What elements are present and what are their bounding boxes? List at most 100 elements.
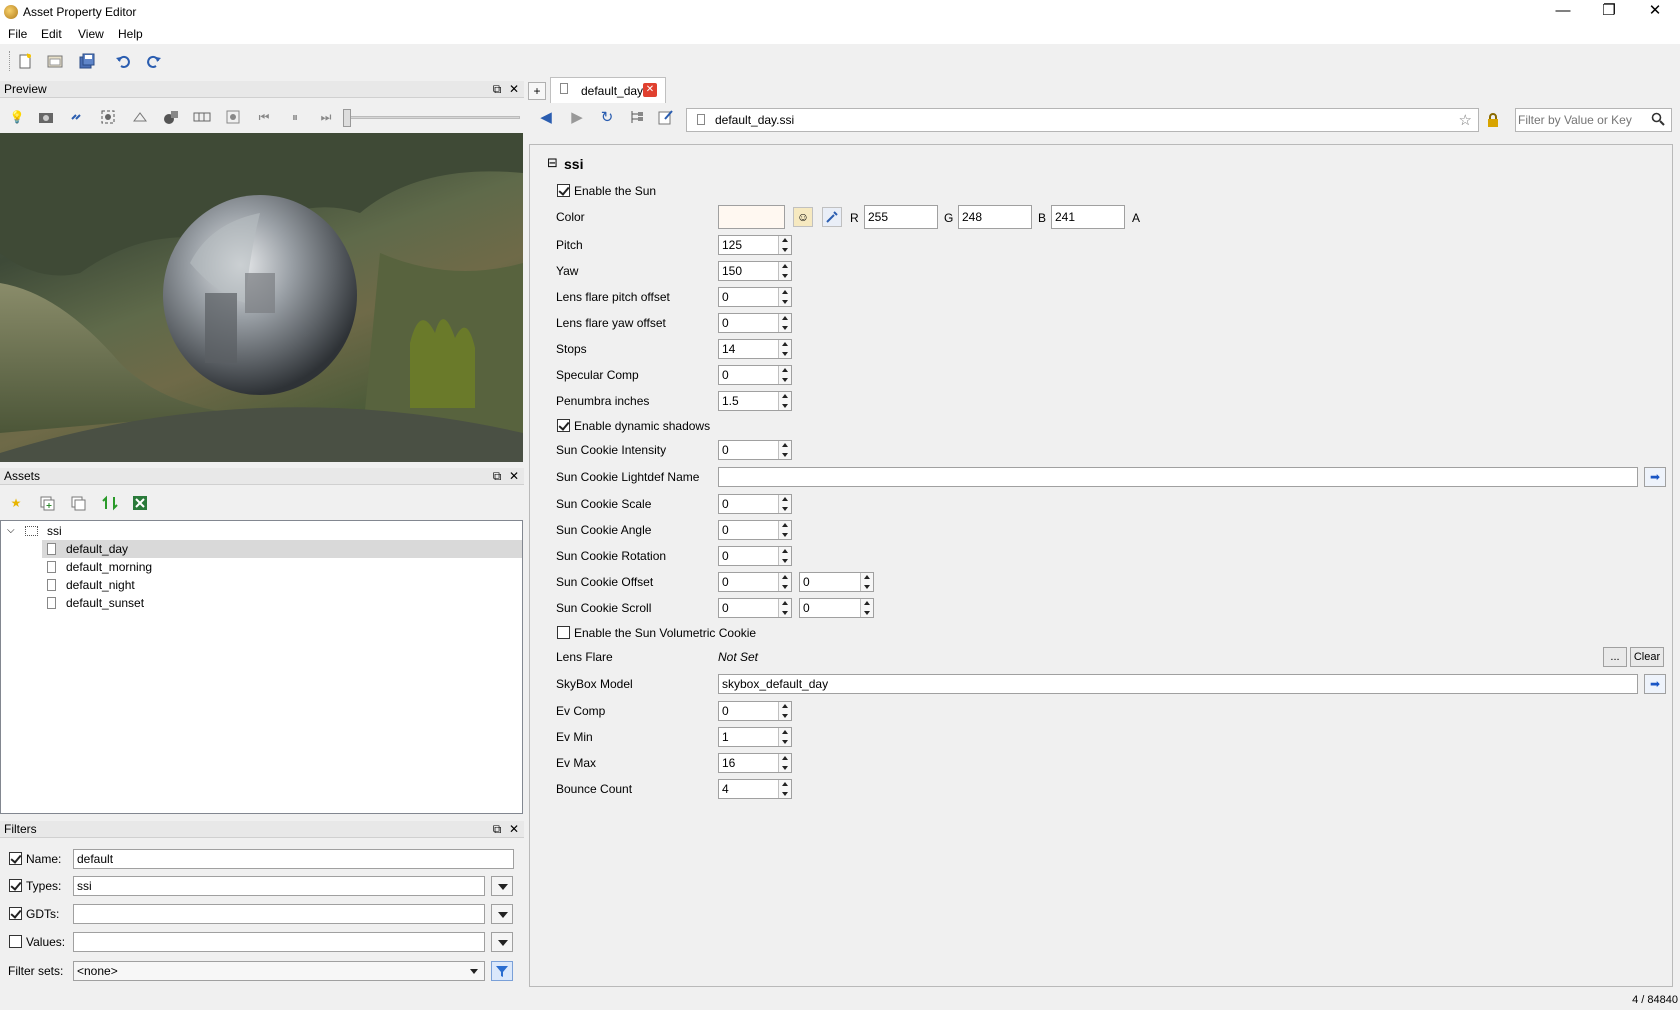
lock-icon[interactable] [1485,112,1501,128]
light-bulb-icon[interactable]: 💡 [8,108,26,126]
types-filter-input[interactable]: ssi [73,876,485,896]
close-icon[interactable]: ✕ [507,821,521,838]
refresh-icon[interactable]: ↻ [598,108,616,126]
sync-icon[interactable] [101,494,119,512]
color-swatch[interactable] [718,205,785,229]
spin-arrows[interactable] [860,599,873,617]
menu-help[interactable]: Help [118,27,143,41]
ev-comp-spinbox[interactable]: 0 [718,701,792,721]
spin-arrows[interactable] [778,573,791,591]
values-dropdown-button[interactable] [491,932,513,952]
dynamic-shadows-checkbox[interactable] [557,419,570,432]
skybox-model-input[interactable]: skybox_default_day [718,674,1638,694]
tree-item[interactable]: default_night [42,576,522,594]
stops-spinbox[interactable]: 14 [718,339,792,359]
excel-icon[interactable] [131,494,149,512]
redo-icon[interactable] [144,51,164,71]
gdts-filter-input[interactable] [73,904,485,924]
restore-button[interactable]: ❐ [1586,0,1632,24]
r-input[interactable]: 255 [864,205,938,229]
collapse-icon[interactable]: ⌵ [7,522,15,540]
b-input[interactable]: 241 [1051,205,1125,229]
goto-asset-icon[interactable]: ➡ [1644,467,1666,487]
spin-arrows[interactable] [778,547,791,565]
sun-cookie-offset-y-spinbox[interactable]: 0 [799,572,874,592]
specular-comp-spinbox[interactable]: 0 [718,365,792,385]
wireframe-icon[interactable] [131,108,149,126]
values-filter-checkbox[interactable] [9,935,22,948]
star-icon[interactable]: ☆ [1459,111,1472,129]
preview-viewport[interactable] [0,133,523,462]
spin-arrows[interactable] [778,728,791,746]
tree-root[interactable]: ⌵ ssi [1,522,522,540]
address-bar[interactable]: default_day.ssi ☆ [686,108,1479,132]
skip-forward-icon[interactable]: ⏭ [317,108,335,126]
bounce-count-spinbox[interactable]: 4 [718,779,792,799]
filter-sets-select[interactable]: <none> [73,961,485,981]
edit-icon[interactable] [657,108,675,126]
browse-button[interactable]: ... [1603,647,1627,667]
close-button[interactable]: ✕ [1632,0,1678,24]
g-input[interactable]: 248 [958,205,1032,229]
sun-cookie-angle-spinbox[interactable]: 0 [718,520,792,540]
back-icon[interactable]: ◀ [537,108,555,126]
tab-default-day[interactable]: default_day ✕ [550,77,666,103]
float-icon[interactable]: ⧉ [490,81,504,98]
section-collapse-icon[interactable]: ⊟ [547,155,558,171]
spin-arrows[interactable] [778,754,791,772]
spin-arrows[interactable] [778,340,791,358]
enable-sun-checkbox[interactable] [557,184,570,197]
gdts-dropdown-button[interactable] [491,904,513,924]
open-icon[interactable] [45,51,65,71]
close-icon[interactable]: ✕ [507,468,521,485]
menu-edit[interactable]: Edit [41,27,62,41]
star-icon[interactable]: ★ [7,494,25,512]
eyedropper-icon[interactable] [822,207,842,227]
frame-icon[interactable] [99,108,117,126]
sun-cookie-intensity-spinbox[interactable]: 0 [718,440,792,460]
add-asset-icon[interactable] [38,494,56,512]
gdts-filter-checkbox[interactable] [9,907,22,920]
spin-arrows[interactable] [778,314,791,332]
asset-tree[interactable]: ⌵ ssi default_day default_morning defaul… [0,520,523,814]
close-icon[interactable]: ✕ [507,81,521,98]
sun-cookie-scale-spinbox[interactable]: 0 [718,494,792,514]
spin-arrows[interactable] [778,262,791,280]
slider-handle[interactable] [343,109,351,127]
spin-arrows[interactable] [778,702,791,720]
types-dropdown-button[interactable] [491,876,513,896]
types-filter-checkbox[interactable] [9,879,22,892]
name-filter-checkbox[interactable] [9,852,22,865]
menu-view[interactable]: View [78,27,104,41]
close-tab-icon[interactable]: ✕ [643,83,657,97]
filter-icon[interactable] [491,961,513,981]
sun-cookie-scroll-y-spinbox[interactable]: 0 [799,598,874,618]
tree-item[interactable]: default_sunset [42,594,522,612]
goto-asset-icon[interactable]: ➡ [1644,674,1666,694]
color-picker-icon[interactable]: ☺ [793,207,813,227]
spin-arrows[interactable] [778,599,791,617]
new-file-icon[interactable] [15,51,35,71]
minimize-button[interactable]: — [1540,0,1586,24]
tree-item[interactable]: default_day [42,540,522,558]
volumetric-cookie-checkbox[interactable] [557,626,570,639]
forward-icon[interactable]: ▶ [568,108,586,126]
menu-file[interactable]: File [8,27,27,41]
film-icon[interactable] [193,108,211,126]
pitch-spinbox[interactable]: 125 [718,235,792,255]
clear-button[interactable]: Clear [1630,647,1664,667]
link-icon[interactable] [68,108,86,126]
spin-arrows[interactable] [778,495,791,513]
filter-search-box[interactable] [1515,108,1672,132]
ev-min-spinbox[interactable]: 1 [718,727,792,747]
sun-cookie-rotation-spinbox[interactable]: 0 [718,546,792,566]
penumbra-spinbox[interactable]: 1.5 [718,391,792,411]
timeline-slider[interactable] [343,109,520,127]
lens-flare-pitch-spinbox[interactable]: 0 [718,287,792,307]
sun-cookie-scroll-x-spinbox[interactable]: 0 [718,598,792,618]
values-filter-input[interactable] [73,932,485,952]
float-icon[interactable]: ⧉ [490,468,504,485]
sun-cookie-lightdef-input[interactable] [718,467,1638,487]
duplicate-asset-icon[interactable] [69,494,87,512]
search-input[interactable] [1518,111,1646,129]
